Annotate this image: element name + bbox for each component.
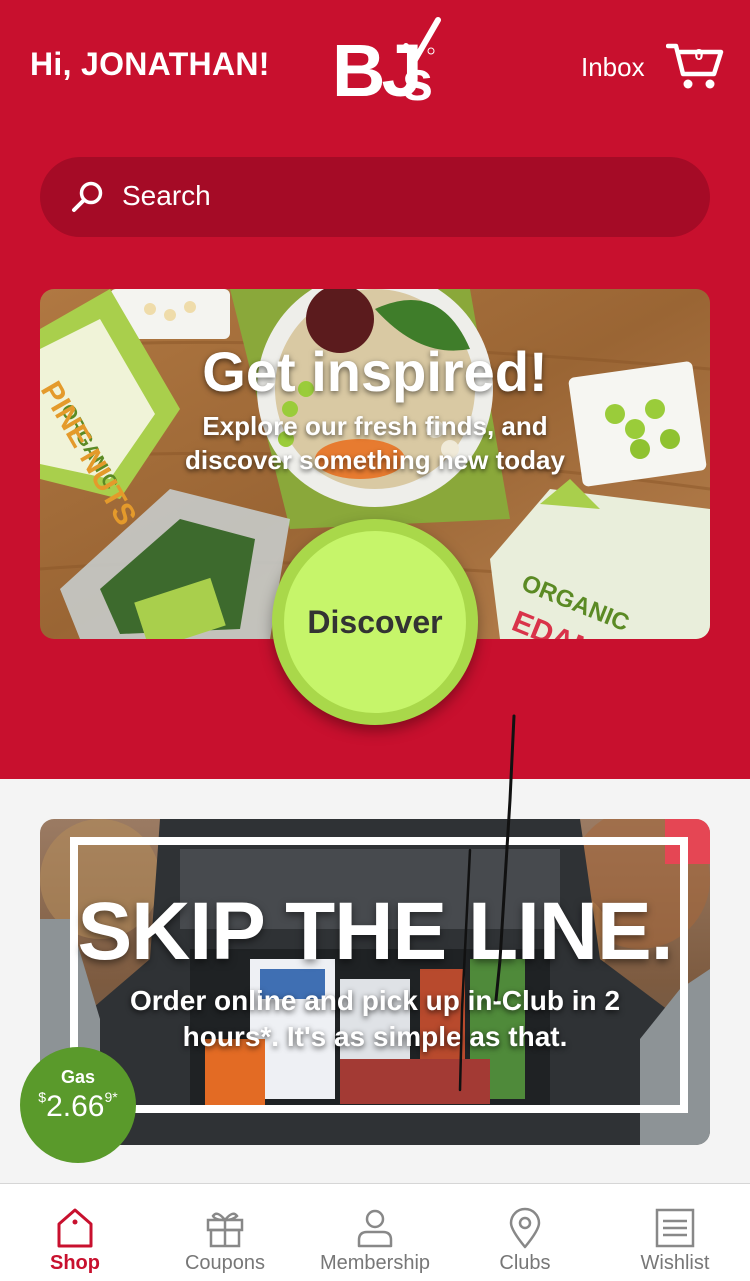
pickup-title: SKIP THE LINE. [77, 886, 673, 977]
cart-count-badge: 0 [694, 47, 704, 64]
greeting-text: Hi, JONATHAN! [30, 46, 270, 82]
tab-clubs[interactable]: Clubs [450, 1184, 600, 1281]
tab-shop[interactable]: Shop [0, 1184, 150, 1281]
gas-price: $2.669* [20, 1089, 136, 1124]
hero-header: Hi, JONATHAN! BJ s Inbox 0 Search ORGANI… [0, 0, 750, 779]
person-icon [357, 1209, 393, 1248]
promo-title: Get inspired! [202, 340, 548, 403]
gas-label: Gas [60, 1067, 96, 1087]
inbox-link[interactable]: Inbox [581, 52, 645, 83]
gas-price-badge[interactable]: Gas $2.669* [20, 1047, 136, 1163]
tab-wishlist-label: Wishlist [640, 1252, 710, 1274]
search-bar[interactable]: Search [40, 157, 710, 237]
location-pin-icon [509, 1207, 541, 1249]
skip-the-line-banner[interactable]: SKIP THE LINE. Order online and pick up … [40, 819, 710, 1145]
bottom-tab-bar: Shop Coupons Membership Clubs Wishlist [0, 1183, 750, 1281]
gas-currency: $ [38, 1089, 47, 1105]
gas-price-fraction: 9* [104, 1089, 118, 1105]
tab-membership-label: Membership [319, 1252, 431, 1274]
promo-subtitle: Explore our fresh finds, and discover so… [185, 411, 565, 475]
bjs-logo[interactable]: BJ s [330, 16, 442, 108]
gift-icon [206, 1212, 244, 1248]
discover-button[interactable]: Discover [284, 531, 466, 713]
tab-clubs-label: Clubs [499, 1252, 551, 1274]
tab-membership[interactable]: Membership [300, 1184, 450, 1281]
pickup-subtitle: Order online and pick up in-Club in 2 ho… [129, 985, 621, 1052]
gas-price-value: 2.66 [46, 1090, 105, 1123]
tab-wishlist[interactable]: Wishlist [600, 1184, 750, 1281]
list-icon [655, 1208, 695, 1248]
tab-coupons-label: Coupons [184, 1252, 266, 1274]
search-icon [72, 181, 103, 212]
curbside-pickup-photo [40, 819, 710, 1145]
shop-tag-icon [57, 1208, 93, 1248]
search-placeholder: Search [122, 180, 211, 211]
tab-shop-label: Shop [50, 1252, 100, 1274]
tab-coupons[interactable]: Coupons [150, 1184, 300, 1281]
